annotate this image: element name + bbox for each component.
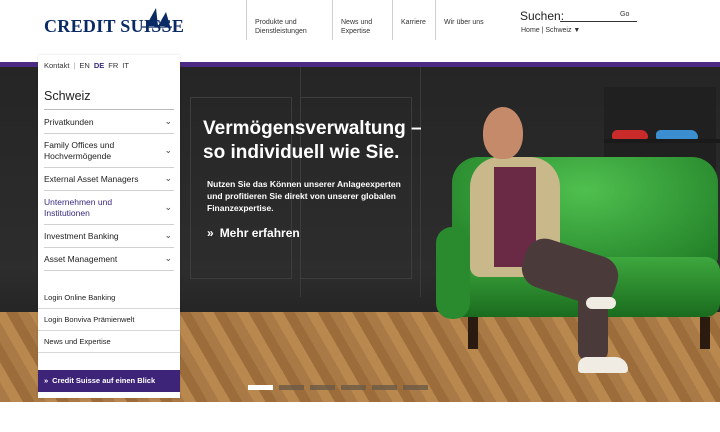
sails-icon xyxy=(142,8,172,28)
wall-panel xyxy=(420,67,421,297)
top-navigation: Produkte und Dienstleistungen News und E… xyxy=(246,0,510,40)
chevron-down-icon: ⌄ xyxy=(164,253,172,263)
chevron-down-icon: ⌄ xyxy=(164,173,172,183)
nav-about[interactable]: Wir über uns xyxy=(435,0,510,40)
shelf-board xyxy=(604,139,720,143)
sidebar-item-label: Family Offices und Hochvermögende xyxy=(44,140,115,161)
sidebar-item-label: Privatkunden xyxy=(44,117,94,127)
nav-products[interactable]: Produkte und Dienstleistungen xyxy=(246,0,332,40)
sidebar: Kontakt | EN DE FR IT Schweiz Privatkund… xyxy=(38,55,180,398)
double-chevron-right-icon: » xyxy=(207,226,214,240)
divider xyxy=(44,109,174,110)
nav-news[interactable]: News und Expertise xyxy=(332,0,392,40)
overview-label: Credit Suisse auf einen Blick xyxy=(52,376,156,385)
sidebar-item-investment-banking[interactable]: Investment Banking ⌄ xyxy=(44,225,174,248)
hero-headline-line1: Vermögensverwaltung – xyxy=(203,118,422,139)
sidebar-menu: Privatkunden ⌄ Family Offices und Hochve… xyxy=(44,111,174,271)
carousel-dot[interactable] xyxy=(403,385,428,390)
model-car-red xyxy=(612,130,648,139)
carousel-dot[interactable] xyxy=(372,385,397,390)
lang-en[interactable]: EN xyxy=(79,61,89,70)
model-car-blue xyxy=(656,130,698,139)
contact-link[interactable]: Kontakt xyxy=(44,61,69,70)
lang-it[interactable]: IT xyxy=(122,61,129,70)
sofa-leg xyxy=(700,317,710,349)
sidebar-item-unternehmen[interactable]: Unternehmen und Institutionen ⌄ xyxy=(44,191,174,225)
lang-de[interactable]: DE xyxy=(94,61,104,70)
credit-suisse-logo[interactable]: CREDIT SUISSE xyxy=(44,8,184,38)
person-shin xyxy=(578,281,608,361)
chevron-down-icon: ⌄ xyxy=(164,116,172,126)
person-head xyxy=(483,107,523,159)
sidebar-item-privatkunden[interactable]: Privatkunden ⌄ xyxy=(44,111,174,134)
lang-fr[interactable]: FR xyxy=(108,61,118,70)
chevron-down-icon: ⌄ xyxy=(164,201,172,212)
separator: | xyxy=(73,61,76,70)
double-chevron-right-icon: » xyxy=(44,376,49,385)
carousel-dot[interactable] xyxy=(248,385,273,390)
search-input[interactable] xyxy=(560,21,637,22)
sidebar-item-label: Unternehmen und Institutionen xyxy=(44,197,113,218)
search-go-button[interactable]: Go xyxy=(620,11,629,18)
person-shoe xyxy=(586,297,616,309)
sidebar-item-asset-management[interactable]: Asset Management ⌄ xyxy=(44,248,174,271)
hero-subtext: Nutzen Sie das Können unserer Anlageexpe… xyxy=(207,179,401,213)
carousel-dot[interactable] xyxy=(279,385,304,390)
sidebar-item-family-offices[interactable]: Family Offices und Hochvermögende ⌄ xyxy=(44,134,174,168)
language-switcher: Kontakt | EN DE FR IT xyxy=(44,61,129,70)
link-login-bonviva[interactable]: Login Bonviva Prämienwelt xyxy=(38,309,180,331)
sofa-leg xyxy=(468,317,478,349)
link-login-online-banking[interactable]: Login Online Banking xyxy=(38,287,180,309)
hero-cta-label: Mehr erfahren xyxy=(219,226,300,240)
sidebar-item-label: Investment Banking xyxy=(44,231,119,241)
hero-headline: Vermögensverwaltung – so individuell wie… xyxy=(203,117,473,165)
link-news-expertise[interactable]: News und Expertise xyxy=(38,331,180,353)
quick-links: Login Online Banking Login Bonviva Prämi… xyxy=(38,287,180,353)
carousel-dot[interactable] xyxy=(341,385,366,390)
sidebar-title: Schweiz xyxy=(44,89,91,103)
sidebar-item-label: External Asset Managers xyxy=(44,174,139,184)
hero-headline-line2: so individuell wie Sie. xyxy=(203,142,400,163)
overview-button[interactable]: » Credit Suisse auf einen Blick xyxy=(38,370,180,392)
sidebar-item-external-asset-managers[interactable]: External Asset Managers ⌄ xyxy=(44,168,174,191)
carousel-indicators xyxy=(248,385,428,390)
hero-cta-link[interactable]: » Mehr erfahren xyxy=(207,226,300,240)
chevron-down-icon: ⌄ xyxy=(164,230,172,240)
search-label: Suchen: xyxy=(520,9,565,23)
search-area: Suchen: Go xyxy=(520,7,637,25)
breadcrumb[interactable]: Home | Schweiz ▼ xyxy=(521,27,580,34)
person-shoe xyxy=(578,357,628,373)
nav-careers[interactable]: Karriere xyxy=(392,0,435,40)
sofa-armrest xyxy=(436,227,470,319)
sidebar-item-label: Asset Management xyxy=(44,254,118,264)
chevron-down-icon: ⌄ xyxy=(164,144,172,155)
carousel-dot[interactable] xyxy=(310,385,335,390)
